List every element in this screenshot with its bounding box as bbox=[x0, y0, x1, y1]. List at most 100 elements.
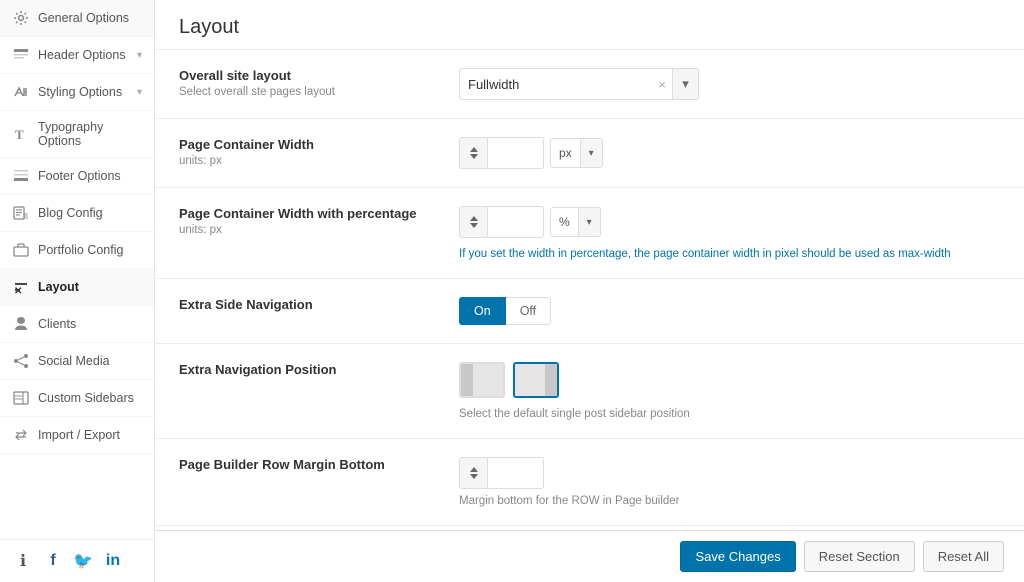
sidebar-item-label: Clients bbox=[38, 317, 142, 331]
reset-all-button[interactable]: Reset All bbox=[923, 541, 1004, 572]
main-content: Layout Overall site layout Select overal… bbox=[155, 0, 1024, 582]
chevron-down-icon: ▾ bbox=[137, 87, 142, 98]
nav-pos-description: Select the default single post sidebar p… bbox=[459, 408, 1000, 420]
nav-pos-right-icon[interactable] bbox=[513, 362, 559, 398]
page-container-pct-unit[interactable]: % ▾ bbox=[550, 207, 601, 237]
sidebar-item-styling-options[interactable]: Styling Options ▾ bbox=[0, 74, 154, 111]
overall-layout-select[interactable]: Fullwidth × ▾ bbox=[459, 68, 699, 100]
page-builder-margin-row: Page Builder Row Margin Bottom 85 bbox=[155, 439, 1024, 526]
unit-value: % bbox=[551, 215, 578, 229]
sidebar-item-label: Import / Export bbox=[38, 428, 142, 442]
page-builder-margin-control: 85 Margin bottom for the ROW in Page bui… bbox=[459, 457, 1000, 507]
reset-section-button[interactable]: Reset Section bbox=[804, 541, 915, 572]
extra-nav-position-control: Select the default single post sidebar p… bbox=[459, 362, 1000, 420]
stepper-arrows-icon[interactable] bbox=[460, 458, 488, 488]
stepper-arrows-icon[interactable] bbox=[460, 138, 488, 168]
page-container-width-unit[interactable]: px ▾ bbox=[550, 138, 603, 168]
page-container-width-control: 1100 px ▾ bbox=[459, 137, 1000, 169]
nav-pos-left-icon[interactable] bbox=[459, 362, 505, 398]
sidebar-footer: ℹ f 🐦 in bbox=[0, 539, 154, 582]
unit-arrow-icon[interactable]: ▾ bbox=[580, 139, 602, 167]
import-icon bbox=[12, 426, 30, 444]
overall-layout-label: Overall site layout Select overall ste p… bbox=[179, 68, 459, 98]
extra-nav-position-row: Extra Navigation Position Select the d bbox=[155, 344, 1024, 439]
page-container-pct-inputs: 87 % ▾ bbox=[459, 206, 1000, 238]
sidebar: General Options Header Options ▾ bbox=[0, 0, 155, 582]
toggle-off-button[interactable]: Off bbox=[506, 297, 551, 325]
sidebar-item-portfolio-config[interactable]: Portfolio Config bbox=[0, 232, 154, 269]
sidebar-item-blog-config[interactable]: Blog Config bbox=[0, 195, 154, 232]
select-clear-icon[interactable]: × bbox=[652, 77, 672, 92]
svg-text:✕: ✕ bbox=[14, 286, 22, 295]
toggle-on-button[interactable]: On bbox=[459, 297, 506, 325]
content-strip bbox=[473, 364, 503, 396]
page-builder-margin-description: Margin bottom for the ROW in Page builde… bbox=[459, 495, 1000, 507]
typography-icon: T bbox=[12, 125, 30, 143]
layout-icon: ✕ bbox=[12, 278, 30, 296]
page-container-width-inputs: 1100 px ▾ bbox=[459, 137, 1000, 169]
sidebar-item-typography-options[interactable]: T Typography Options bbox=[0, 111, 154, 158]
content-strip bbox=[515, 364, 545, 396]
save-changes-button[interactable]: Save Changes bbox=[680, 541, 795, 572]
info-icon[interactable]: ℹ bbox=[12, 550, 34, 572]
page-title: Layout bbox=[179, 16, 1000, 39]
sidebar-item-footer-options[interactable]: Footer Options bbox=[0, 158, 154, 195]
extra-side-nav-toggle: On Off bbox=[459, 297, 1000, 325]
overall-layout-row: Overall site layout Select overall ste p… bbox=[155, 50, 1024, 119]
page-builder-margin-label: Page Builder Row Margin Bottom bbox=[179, 457, 459, 475]
page-builder-margin-input[interactable]: 85 bbox=[488, 458, 543, 488]
unit-arrow-icon[interactable]: ▾ bbox=[578, 208, 600, 236]
sidebar-item-layout[interactable]: ✕ Layout bbox=[0, 269, 154, 306]
page-header: Layout bbox=[155, 0, 1024, 50]
content-area: Layout Overall site layout Select overal… bbox=[155, 0, 1024, 530]
clients-icon bbox=[12, 315, 30, 333]
page-container-pct-row: Page Container Width with percentage uni… bbox=[155, 188, 1024, 279]
page-builder-margin-inputs: 85 bbox=[459, 457, 1000, 489]
overall-layout-control: Fullwidth × ▾ bbox=[459, 68, 1000, 100]
svg-text:T: T bbox=[15, 127, 24, 142]
page-container-pct-input[interactable]: 87 bbox=[488, 207, 543, 237]
pct-hint: If you set the width in percentage, the … bbox=[459, 248, 1000, 260]
linkedin-icon[interactable]: in bbox=[102, 550, 124, 572]
page-container-pct-control: 87 % ▾ If you set the width in percentag… bbox=[459, 206, 1000, 260]
page-container-width-row: Page Container Width units: px 1 bbox=[155, 119, 1024, 188]
nav-pos-group bbox=[459, 362, 1000, 398]
page-container-width-input[interactable]: 1100 bbox=[488, 138, 543, 168]
extra-side-nav-row: Extra Side Navigation On Off bbox=[155, 279, 1024, 344]
social-icon bbox=[12, 352, 30, 370]
sidebar-item-label: Portfolio Config bbox=[38, 243, 142, 257]
sidebar-item-header-options[interactable]: Header Options ▾ bbox=[0, 37, 154, 74]
page-container-width-label: Page Container Width units: px bbox=[179, 137, 459, 167]
sidebar-item-custom-sidebars[interactable]: Custom Sidebars bbox=[0, 380, 154, 417]
sidebar-item-label: Blog Config bbox=[38, 206, 142, 220]
chevron-down-icon: ▾ bbox=[137, 50, 142, 61]
right-strip bbox=[545, 364, 557, 396]
sidebar-item-import-export[interactable]: Import / Export bbox=[0, 417, 154, 454]
page-container-pct-label: Page Container Width with percentage uni… bbox=[179, 206, 459, 236]
select-arrow-icon[interactable]: ▾ bbox=[672, 69, 698, 99]
twitter-icon[interactable]: 🐦 bbox=[72, 550, 94, 572]
sidebars-icon bbox=[12, 389, 30, 407]
sidebar-item-label: Layout bbox=[38, 280, 142, 294]
sidebar-item-label: Custom Sidebars bbox=[38, 391, 142, 405]
settings-icon bbox=[12, 9, 30, 27]
select-value: Fullwidth bbox=[460, 77, 652, 92]
blog-icon bbox=[12, 204, 30, 222]
page-container-pct-stepper[interactable]: 87 bbox=[459, 206, 544, 238]
page-container-width-stepper[interactable]: 1100 bbox=[459, 137, 544, 169]
footer-bar: Save Changes Reset Section Reset All bbox=[155, 530, 1024, 582]
sidebar-item-social-media[interactable]: Social Media bbox=[0, 343, 154, 380]
sidebar-item-label: Header Options bbox=[38, 48, 137, 62]
sidebar-item-label: Typography Options bbox=[38, 120, 142, 148]
facebook-icon[interactable]: f bbox=[42, 550, 64, 572]
stepper-arrows-icon[interactable] bbox=[460, 207, 488, 237]
extra-nav-position-label: Extra Navigation Position bbox=[179, 362, 459, 380]
sidebar-item-general-options[interactable]: General Options bbox=[0, 0, 154, 37]
left-strip bbox=[461, 364, 473, 396]
portfolio-icon bbox=[12, 241, 30, 259]
sidebar-item-clients[interactable]: Clients bbox=[0, 306, 154, 343]
footer-icon bbox=[12, 167, 30, 185]
sidebar-item-label: Footer Options bbox=[38, 169, 142, 183]
sidebar-item-label: General Options bbox=[38, 11, 142, 25]
page-builder-margin-stepper[interactable]: 85 bbox=[459, 457, 544, 489]
